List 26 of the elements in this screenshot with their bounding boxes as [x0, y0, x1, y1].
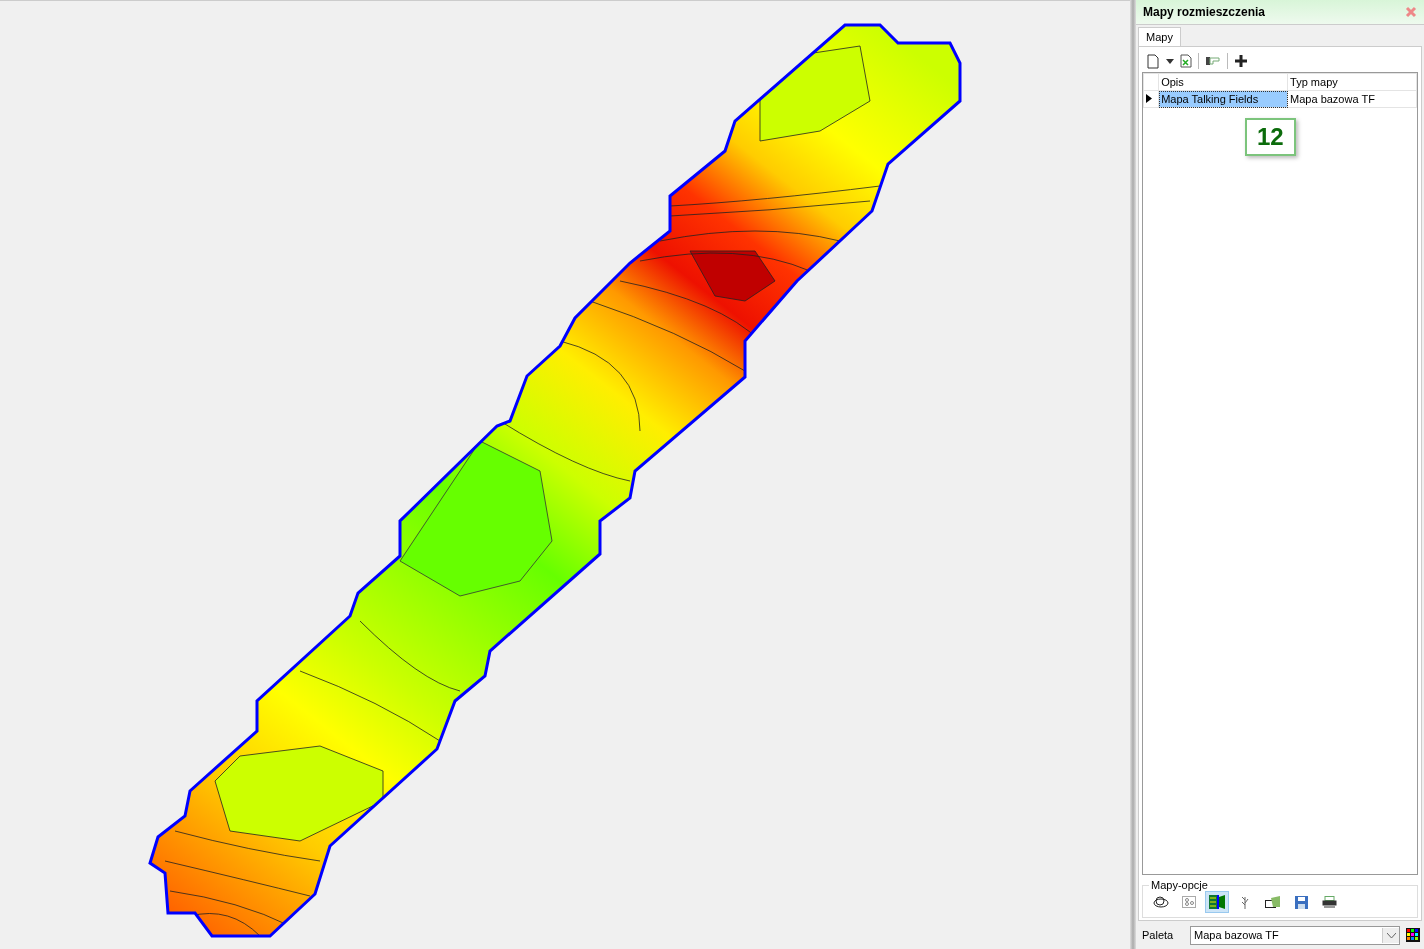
print-icon — [1321, 896, 1337, 908]
palette-dropdown[interactable]: Mapa bazowa TF — [1190, 925, 1400, 945]
tab[interactable]: Mapy — [1138, 27, 1181, 46]
save-icon — [1294, 895, 1308, 909]
table-cell: Mapa bazowa TF — [1287, 90, 1417, 108]
hand-pointer-icon[interactable] — [1205, 56, 1221, 66]
caret-icon[interactable] — [1166, 58, 1174, 64]
current-row-icon — [1146, 94, 1152, 103]
plus-icon[interactable] — [1234, 54, 1248, 68]
plant-icon — [1240, 895, 1250, 909]
column-header[interactable]: Opis — [1158, 73, 1288, 91]
number-badge: 12 — [1245, 118, 1296, 156]
table-row[interactable]: Mapa Talking Fields Mapa bazowa TF — [1143, 90, 1417, 108]
palette-label: Paleta — [1142, 929, 1175, 941]
excel-document-icon[interactable] — [1180, 54, 1192, 68]
chevron-down-icon — [1386, 932, 1396, 938]
map-tool-button[interactable] — [1205, 891, 1229, 913]
column-header[interactable]: Typ mapy — [1287, 73, 1417, 91]
layers-icon — [1153, 895, 1169, 909]
color-palette-icon[interactable] — [1406, 928, 1420, 942]
options-group-title: Mapy-opcje — [1150, 879, 1209, 891]
map-view-icon — [1209, 895, 1225, 909]
folder-icon — [1265, 896, 1281, 908]
panel-title: Mapy rozmieszczenia — [1143, 5, 1266, 19]
new-document-icon[interactable] — [1146, 53, 1160, 69]
points-icon — [1182, 896, 1196, 908]
